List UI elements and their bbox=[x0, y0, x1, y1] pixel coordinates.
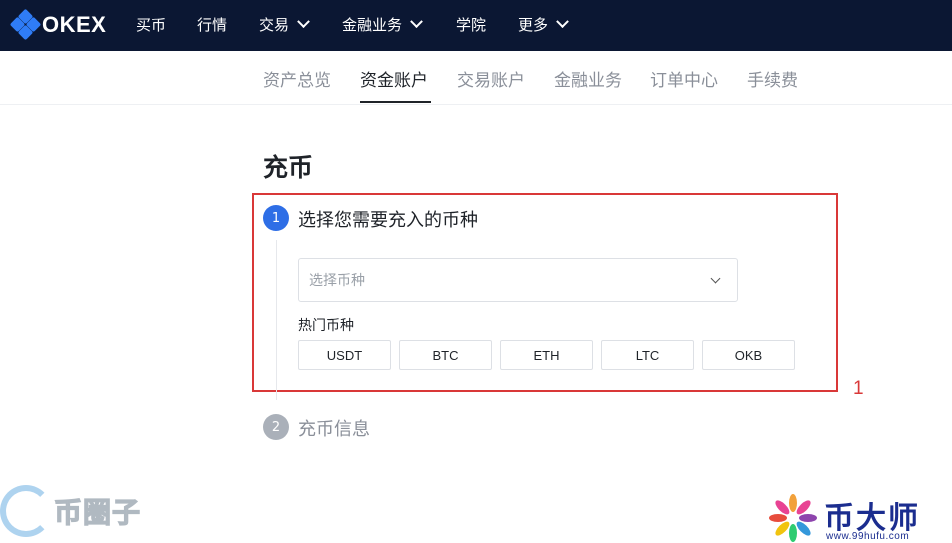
watermark-c-icon bbox=[0, 485, 52, 537]
chevron-down-icon bbox=[710, 273, 721, 284]
hot-coins-label: 热门币种 bbox=[298, 318, 354, 334]
nav-item-label: 交易 bbox=[259, 16, 290, 34]
tab-trading-account[interactable]: 交易账户 bbox=[457, 66, 525, 91]
tab-asset-overview[interactable]: 资产总览 bbox=[263, 66, 331, 91]
coin-button-okb[interactable]: OKB bbox=[702, 340, 795, 370]
nav-item-more[interactable]: 更多 bbox=[518, 14, 569, 35]
nav-item-label: 买币 bbox=[136, 16, 167, 34]
nav-item-finance[interactable]: 金融业务 bbox=[342, 14, 423, 35]
brand-name: OKEX bbox=[42, 12, 107, 37]
top-navbar: OKEX 买币 行情 交易 金融业务 学院 更多 bbox=[0, 0, 952, 51]
nav-item-markets[interactable]: 行情 bbox=[197, 14, 227, 35]
coin-button-ltc[interactable]: LTC bbox=[601, 340, 694, 370]
nav-item-academy[interactable]: 学院 bbox=[456, 14, 486, 35]
coin-select-placeholder: 选择币种 bbox=[309, 273, 365, 289]
tab-finance[interactable]: 金融业务 bbox=[554, 66, 622, 91]
tab-order-center[interactable]: 订单中心 bbox=[650, 66, 718, 91]
chevron-down-icon bbox=[410, 15, 423, 29]
page-title: 充币 bbox=[263, 153, 314, 182]
account-subnav: 资产总览 资金账户 交易账户 金融业务 订单中心 手续费 bbox=[0, 51, 952, 105]
okex-logo-icon bbox=[9, 8, 42, 41]
nav-item-label: 金融业务 bbox=[342, 16, 403, 34]
coin-button-usdt[interactable]: USDT bbox=[298, 340, 391, 370]
chevron-down-icon bbox=[297, 15, 310, 29]
step-connector-line bbox=[276, 240, 277, 400]
chevron-down-icon bbox=[556, 15, 569, 29]
nav-item-label: 行情 bbox=[197, 16, 228, 34]
watermark-left-text: 币圈子 bbox=[53, 495, 142, 529]
nav-item-label: 学院 bbox=[456, 16, 487, 34]
step-1-badge: 1 bbox=[263, 205, 289, 231]
okex-logo[interactable]: OKEX bbox=[9, 8, 107, 41]
active-tab-underline bbox=[360, 101, 431, 103]
annotation-number: 1 bbox=[853, 378, 864, 399]
nav-item-label: 更多 bbox=[518, 16, 549, 34]
nav-item-trade[interactable]: 交易 bbox=[259, 14, 310, 35]
coin-button-eth[interactable]: ETH bbox=[500, 340, 593, 370]
step-2-badge: 2 bbox=[263, 414, 289, 440]
watermark-left: 币圈子 bbox=[0, 485, 141, 537]
coin-button-btc[interactable]: BTC bbox=[399, 340, 492, 370]
watermark-right-url: www.99hufu.com bbox=[826, 531, 910, 542]
coin-select-dropdown[interactable]: 选择币种 bbox=[298, 258, 738, 302]
tab-fees[interactable]: 手续费 bbox=[747, 66, 798, 91]
step-2-title: 充币信息 bbox=[298, 419, 370, 440]
step-1-title: 选择您需要充入的币种 bbox=[298, 210, 478, 231]
nav-item-buy-crypto[interactable]: 买币 bbox=[136, 14, 166, 35]
tab-funding-account[interactable]: 资金账户 bbox=[360, 66, 428, 91]
flower-logo-icon bbox=[769, 494, 817, 542]
